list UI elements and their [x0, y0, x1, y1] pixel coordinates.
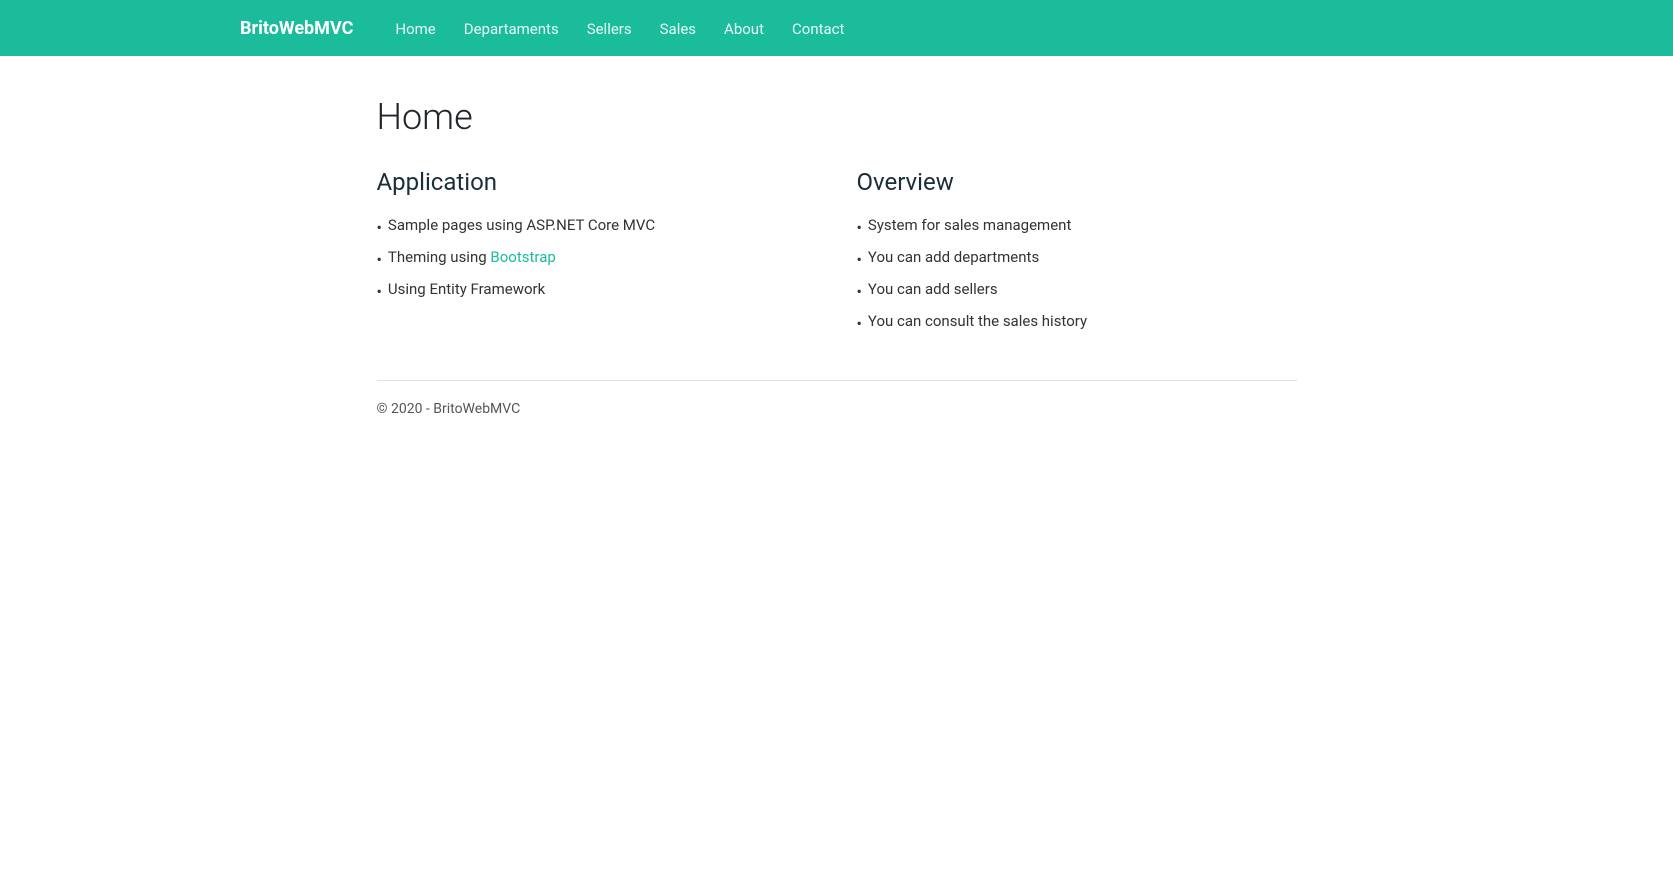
nav-item-sellers: Sellers: [575, 19, 644, 38]
nav-link-departaments[interactable]: Departaments: [452, 12, 571, 46]
overview-item-2-text: You can add departments: [868, 248, 1039, 266]
page-title: Home: [377, 96, 1297, 138]
nav-link-home[interactable]: Home: [383, 12, 447, 46]
divider: [377, 380, 1297, 381]
list-item-aspnet-text: Sample pages using ASP.NET Core MVC: [388, 216, 655, 234]
main-content: Home Application Sample pages using ASP.…: [357, 56, 1317, 417]
overview-item-3: You can add sellers: [857, 276, 1297, 308]
list-item-aspnet: Sample pages using ASP.NET Core MVC: [377, 212, 817, 244]
list-item-ef-text: Using Entity Framework: [388, 280, 545, 298]
bootstrap-link[interactable]: Bootstrap: [490, 248, 555, 266]
overview-item-4-text: You can consult the sales history: [868, 312, 1087, 330]
overview-section: Overview System for sales management You…: [857, 168, 1297, 340]
list-item-ef: Using Entity Framework: [377, 276, 817, 308]
navbar-nav: Home Departaments Sellers Sales About Co…: [383, 19, 856, 38]
application-list: Sample pages using ASP.NET Core MVC Them…: [377, 212, 817, 308]
nav-link-about[interactable]: About: [712, 12, 776, 46]
two-column-layout: Application Sample pages using ASP.NET C…: [377, 168, 1297, 340]
nav-link-contact[interactable]: Contact: [780, 12, 856, 46]
list-item-theming: Theming using Bootstrap: [377, 244, 817, 276]
footer-text: © 2020 - BritoWebMVC: [377, 401, 1297, 417]
nav-item-contact: Contact: [780, 19, 856, 38]
application-section: Application Sample pages using ASP.NET C…: [377, 168, 817, 340]
application-heading: Application: [377, 168, 817, 196]
overview-list: System for sales management You can add …: [857, 212, 1297, 340]
overview-item-3-text: You can add sellers: [868, 280, 998, 298]
overview-item-1-text: System for sales management: [868, 216, 1071, 234]
navbar: BritoWebMVC Home Departaments Sellers Sa…: [0, 0, 1673, 56]
nav-link-sales[interactable]: Sales: [648, 12, 708, 46]
navbar-brand[interactable]: BritoWebMVC: [240, 18, 353, 39]
overview-item-2: You can add departments: [857, 244, 1297, 276]
nav-item-departaments: Departaments: [452, 19, 571, 38]
overview-item-4: You can consult the sales history: [857, 308, 1297, 340]
overview-heading: Overview: [857, 168, 1297, 196]
list-item-theming-text: Theming using Bootstrap: [388, 248, 556, 266]
overview-item-1: System for sales management: [857, 212, 1297, 244]
nav-item-home: Home: [383, 19, 447, 38]
nav-link-sellers[interactable]: Sellers: [575, 12, 644, 46]
nav-item-sales: Sales: [648, 19, 708, 38]
nav-item-about: About: [712, 19, 776, 38]
